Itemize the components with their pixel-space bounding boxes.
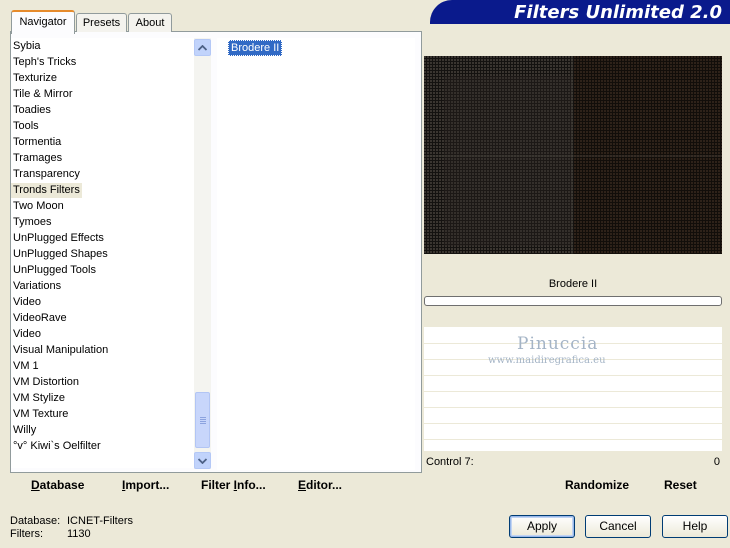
tab-presets[interactable]: Presets	[76, 13, 127, 32]
filter-list[interactable]	[217, 38, 415, 470]
control-7-row[interactable]: Control 7: 0	[424, 454, 722, 470]
watermark-url: www.maidiregrafica.eu	[488, 355, 606, 366]
preview-filter-name: Brodere II	[424, 272, 722, 296]
help-button[interactable]: Help	[662, 515, 728, 538]
category-item[interactable]: Texturize	[11, 71, 59, 86]
status-database-label: Database:	[10, 515, 61, 527]
editor-button[interactable]: Editor...	[298, 477, 342, 493]
category-item[interactable]: UnPlugged Tools	[11, 263, 98, 278]
preview-pattern	[424, 56, 722, 254]
category-item[interactable]: °v° Kiwi`s Oelfilter	[11, 439, 103, 454]
category-item[interactable]: Transparency	[11, 167, 82, 182]
category-item[interactable]: Variations	[11, 279, 63, 294]
category-item[interactable]: Willy	[11, 423, 38, 438]
category-item[interactable]: Sybia	[11, 39, 43, 54]
category-item[interactable]: VideoRave	[11, 311, 69, 326]
randomize-button[interactable]: Randomize	[565, 477, 629, 493]
apply-button[interactable]: Apply	[509, 515, 575, 538]
category-item[interactable]: Tymoes	[11, 215, 54, 230]
category-item[interactable]: Video	[11, 327, 43, 342]
watermark-name: Pinuccia	[517, 334, 599, 354]
filter-item-selected[interactable]: Brodere II	[228, 40, 283, 56]
status-filters: Filters: 1130	[10, 528, 91, 540]
category-item[interactable]: Tronds Filters	[11, 183, 82, 198]
category-item[interactable]: Two Moon	[11, 199, 66, 214]
cancel-button[interactable]: Cancel	[585, 515, 651, 538]
category-item[interactable]: UnPlugged Effects	[11, 231, 106, 246]
scroll-down-button[interactable]	[194, 452, 211, 469]
category-item[interactable]: Tormentia	[11, 135, 63, 150]
title-banner: Filters Unlimited 2.0	[430, 0, 730, 24]
status-filters-label: Filters:	[10, 528, 43, 540]
filter-info-button[interactable]: Filter Info...	[201, 477, 266, 493]
category-item[interactable]: Toadies	[11, 103, 53, 118]
status-database-value: ICNET-Filters	[67, 515, 133, 527]
chevron-down-icon	[198, 457, 207, 464]
reset-button[interactable]: Reset	[664, 477, 697, 493]
control-7-value: 0	[713, 456, 720, 468]
category-item[interactable]: Tools	[11, 119, 41, 134]
chevron-up-icon	[198, 44, 207, 51]
scroll-up-button[interactable]	[194, 39, 211, 56]
category-item[interactable]: VM Texture	[11, 407, 70, 422]
category-item[interactable]: UnPlugged Shapes	[11, 247, 110, 262]
status-database: Database: ICNET-Filters	[10, 515, 133, 527]
category-item[interactable]: Tile & Mirror	[11, 87, 74, 102]
tab-about[interactable]: About	[128, 13, 172, 32]
status-filters-value: 1130	[67, 528, 91, 540]
control-7-label: Control 7:	[426, 456, 474, 468]
category-item[interactable]: VM Stylize	[11, 391, 67, 406]
preview-image	[424, 56, 722, 254]
category-item[interactable]: Teph's Tricks	[11, 55, 78, 70]
category-item[interactable]: VM 1	[11, 359, 41, 374]
scroll-thumb[interactable]	[195, 392, 210, 448]
category-item[interactable]: Video	[11, 295, 43, 310]
category-item[interactable]: Tramages	[11, 151, 64, 166]
database-button[interactable]: Database	[31, 477, 84, 493]
progress-bar	[424, 296, 722, 306]
category-item[interactable]: Visual Manipulation	[11, 343, 110, 358]
app-title: Filters Unlimited 2.0	[514, 2, 722, 23]
tab-navigator[interactable]: Navigator	[11, 10, 75, 34]
import-button[interactable]: Import...	[122, 477, 169, 493]
category-scrollbar[interactable]	[194, 38, 211, 469]
category-item[interactable]: VM Distortion	[11, 375, 81, 390]
